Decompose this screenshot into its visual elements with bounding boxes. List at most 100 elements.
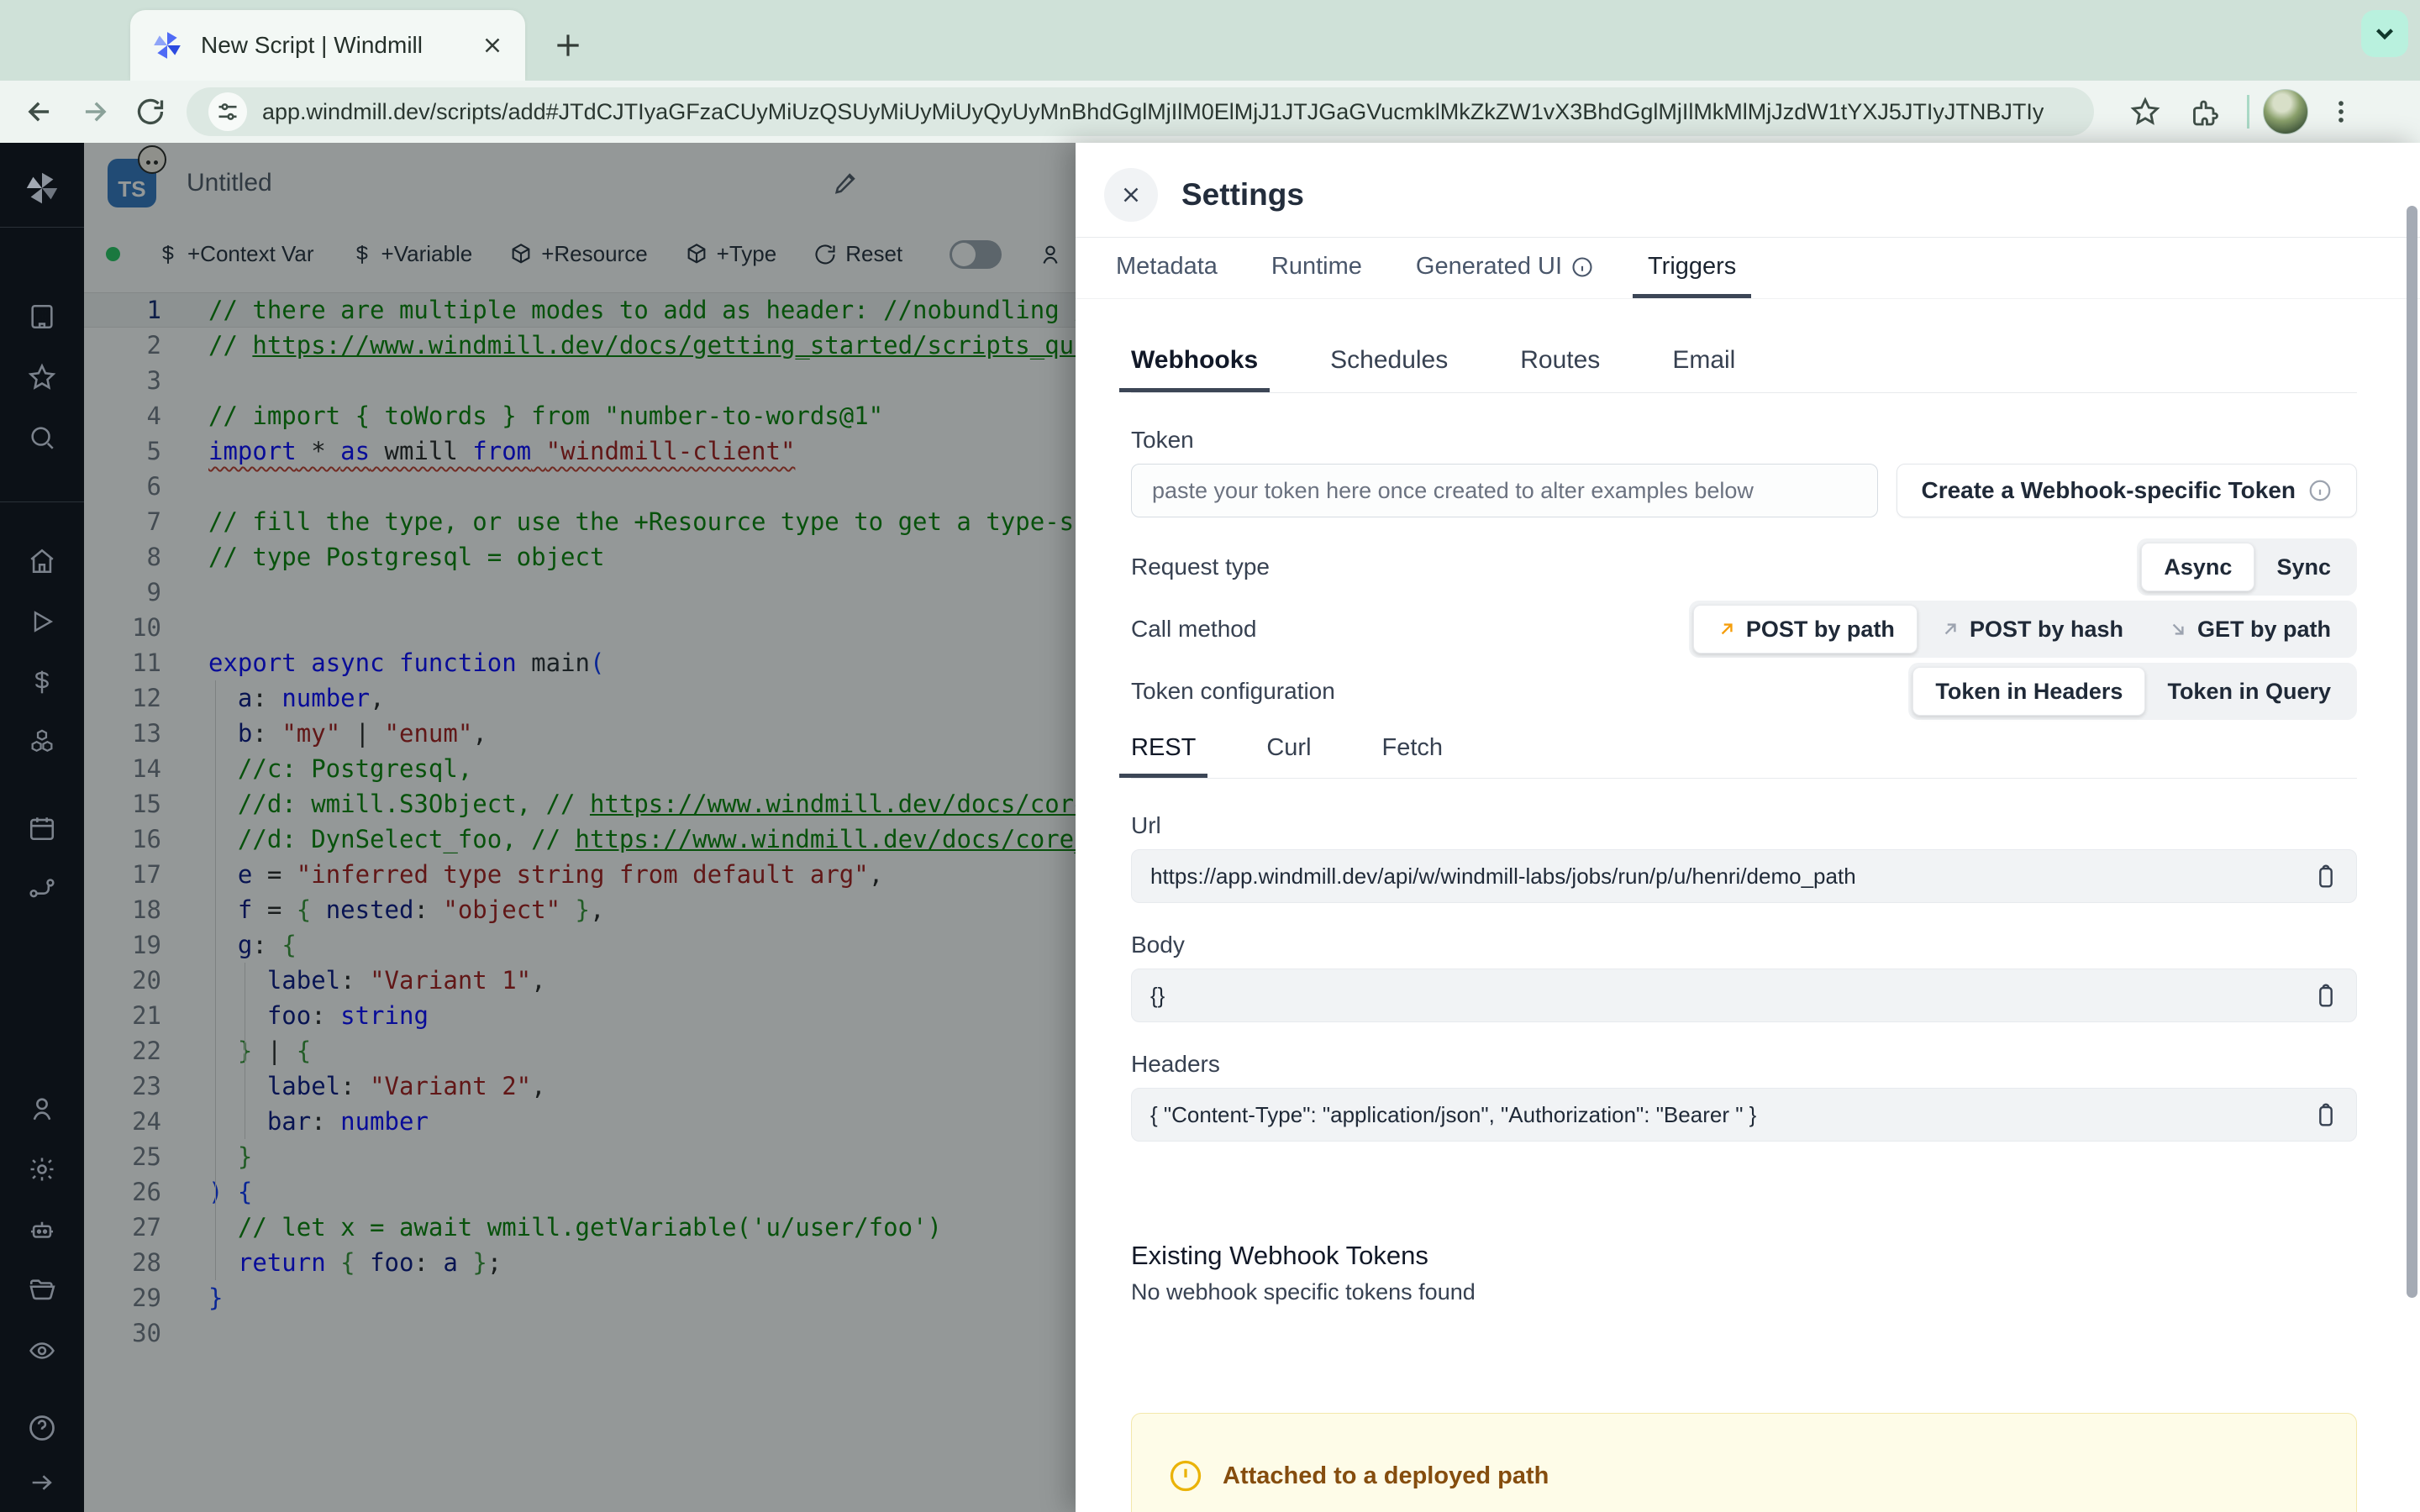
snippet-tabs: REST Curl Fetch [1119,734,2357,779]
request-type-row: Request type Async Sync [1131,536,2357,598]
token-configuration-row: Token configuration Token in Headers Tok… [1131,660,2357,722]
tab-close-icon[interactable] [480,33,505,58]
windmill-favicon-icon [150,29,184,62]
sidebar-item-search[interactable] [0,407,84,468]
sidebar-item-workspace[interactable] [0,286,84,347]
sidebar-divider-2 [0,501,84,502]
reload-button[interactable] [123,84,178,139]
sidebar-item-schedules[interactable] [0,798,84,858]
app-sidebar [0,143,84,1512]
browser-toolbar: app.windmill.dev/scripts/add#JTdCJTIyaGF… [0,81,2420,143]
tab-metadata[interactable]: Metadata [1101,238,1233,298]
token-in-query[interactable]: Token in Query [2145,667,2353,716]
toolbar-right [2106,84,2369,139]
sidebar-item-audit-logs[interactable] [0,1320,84,1381]
forward-button[interactable] [67,84,123,139]
call-method-post-by-path[interactable]: POST by path [1692,605,1918,654]
site-settings-icon[interactable] [208,92,247,131]
url-field: https://app.windmill.dev/api/w/windmill-… [1131,849,2357,903]
back-button[interactable] [12,84,67,139]
arrow-down-right-icon [2172,623,2184,635]
request-type-sync[interactable]: Sync [2254,543,2353,591]
existing-tokens-title: Existing Webhook Tokens [1131,1241,1428,1270]
sidebar-divider [0,227,84,228]
help-icon[interactable] [0,1398,84,1458]
sidebar-item-routes[interactable] [0,858,84,919]
tab-email[interactable]: Email [1660,346,1747,392]
tab-generated-ui[interactable]: Generated UI [1401,238,1609,298]
token-configuration-label: Token configuration [1131,678,1335,704]
call-method-row: Call method POST by path POST by hash GE… [1131,598,2357,660]
sidebar-item-settings[interactable] [0,1139,84,1200]
call-method-label: Call method [1131,616,1257,642]
call-method-get-by-path[interactable]: GET by path [2145,605,2353,654]
tab-runtime[interactable]: Runtime [1256,238,1377,298]
body-field: {} [1131,969,2357,1022]
info-icon[interactable] [1570,255,1594,279]
create-webhook-token-button[interactable]: Create a Webhook-specific Token [1897,464,2357,517]
toolbar-separator [2247,95,2249,129]
request-type-async[interactable]: Async [2141,543,2255,591]
copy-headers-icon[interactable] [2309,1099,2343,1132]
url-label: Url [1131,812,1161,838]
sidebar-item-resources[interactable] [0,712,84,773]
headers-field: { "Content-Type": "application/json", "A… [1131,1088,2357,1142]
trigger-type-tabs: Webhooks Schedules Routes Email [1119,346,2357,393]
token-label: Token [1131,427,1194,453]
settings-tabs: Metadata Runtime Generated UI Triggers [1076,237,2420,299]
sidebar-item-folders[interactable] [0,1260,84,1320]
sidebar-item-variables[interactable] [0,652,84,712]
sidebar-item-favorites[interactable] [0,347,84,407]
settings-drawer: Settings Metadata Runtime Generated UI T… [1076,143,2420,1512]
screen: New Script | Windmill app.windmill.dev/s… [0,0,2420,1512]
close-settings-button[interactable] [1104,168,1158,222]
expand-sidebar-icon[interactable] [0,1458,84,1507]
new-tab-button[interactable] [544,22,592,69]
generated-ui-label: Generated UI [1415,253,1563,280]
sidebar-item-runs[interactable] [0,591,84,652]
copy-url-icon[interactable] [2309,860,2343,894]
dim-overlay [84,143,1076,1512]
call-method-post-by-hash[interactable]: POST by hash [1918,605,2145,654]
token-in-headers[interactable]: Token in Headers [1912,667,2146,716]
drawer-scrollbar[interactable] [2407,206,2417,1298]
sidebar-item-workers[interactable] [0,1200,84,1260]
body-label: Body [1131,932,1185,958]
token-input[interactable] [1131,464,1879,517]
tab-webhooks[interactable]: Webhooks [1119,346,1270,392]
url-text[interactable]: app.windmill.dev/scripts/add#JTdCJTIyaGF… [262,99,2044,125]
body-value: {} [1150,982,1165,1008]
request-type-label: Request type [1131,554,1270,580]
avatar[interactable] [2263,89,2308,134]
bookmark-star-icon[interactable] [2118,84,2173,139]
sidebar-item-users[interactable] [0,1079,84,1139]
create-token-label: Create a Webhook-specific Token [1921,477,2296,503]
copy-body-icon[interactable] [2309,979,2343,1013]
url-bar[interactable]: app.windmill.dev/scripts/add#JTdCJTIyaGF… [187,87,2094,136]
extensions-icon[interactable] [2178,84,2233,139]
warning-title: Attached to a deployed path [1223,1462,1549,1489]
token-row: Create a Webhook-specific Token [1131,464,2357,517]
script-editor: TS Untitled +Context Var +Variable +Reso… [84,143,1076,1512]
request-type-segmented: Async Sync [2137,538,2357,596]
get-by-path-label: GET by path [2196,616,2331,642]
call-method-segmented: POST by path POST by hash GET by path [1688,601,2357,658]
existing-tokens-empty: No webhook specific tokens found [1131,1279,1476,1305]
info-icon[interactable] [2307,478,2333,503]
main-area: TS Untitled +Context Var +Variable +Reso… [0,143,2420,1512]
windmill-logo-icon[interactable] [23,158,61,218]
sidebar-item-home[interactable] [0,531,84,591]
settings-header: Settings [1076,143,2420,237]
deployed-path-warning: Attached to a deployed path The webhooks… [1131,1413,2357,1512]
arrow-up-right-icon [1944,623,1956,635]
tab-rest[interactable]: REST [1119,734,1208,778]
url-value: https://app.windmill.dev/api/w/windmill-… [1150,863,1856,889]
browser-menu-icon[interactable] [2313,84,2369,139]
tab-fetch[interactable]: Fetch [1370,734,1455,778]
tab-curl[interactable]: Curl [1255,734,1323,778]
tab-schedules[interactable]: Schedules [1318,346,1460,392]
tab-triggers[interactable]: Triggers [1633,238,1752,298]
tab-search-chevron-button[interactable] [2361,10,2408,57]
tab-routes[interactable]: Routes [1508,346,1612,392]
browser-tab[interactable]: New Script | Windmill [130,10,525,81]
